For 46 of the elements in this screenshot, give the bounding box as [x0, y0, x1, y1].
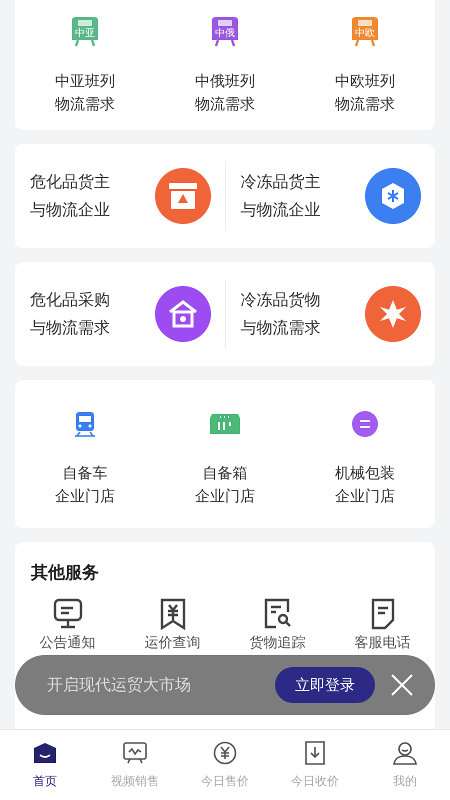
home-icon[interactable]: [33, 742, 57, 764]
feature-subtitle[interactable]: 与物流需求: [240, 314, 320, 342]
star-flower-icon: [378, 299, 408, 329]
route-subtitle[interactable]: 物流需求: [195, 93, 255, 116]
warning-box-icon: [168, 182, 198, 210]
document-search-icon: [262, 598, 292, 630]
store-subtitle[interactable]: 企业门店: [195, 485, 255, 508]
store-title[interactable]: 自备车: [62, 462, 108, 485]
service-label[interactable]: 公告通知: [40, 634, 96, 652]
feature-title[interactable]: 冷冻品货主: [240, 168, 320, 196]
close-icon[interactable]: [391, 674, 413, 696]
route-title[interactable]: 中俄班列: [195, 70, 255, 93]
yuan-coin-icon[interactable]: [213, 741, 237, 765]
feature-title[interactable]: 冷冻品货物: [240, 286, 320, 314]
route-subtitle[interactable]: 物流需求: [335, 93, 395, 116]
banner-text: 开启现代运贸大市场: [47, 674, 192, 696]
store-subtitle[interactable]: 企业门店: [55, 485, 115, 508]
route-subtitle[interactable]: 物流需求: [55, 93, 115, 116]
train-badge-text: 中亚: [74, 28, 96, 39]
monitor-icon: [52, 598, 82, 630]
round-badge-icon: [351, 410, 379, 438]
service-label[interactable]: 货物追踪: [250, 634, 306, 652]
store-title[interactable]: 机械包装: [335, 462, 395, 485]
train-badge-text: 中俄: [214, 28, 236, 39]
user-icon[interactable]: [393, 741, 417, 765]
feature-subtitle[interactable]: 与物流需求: [30, 314, 110, 342]
tab-item[interactable]: 首页: [33, 773, 57, 790]
snowflake-icon: [380, 182, 406, 210]
login-button[interactable]: 立即登录: [275, 667, 375, 703]
feature-title[interactable]: 危化品货主: [30, 168, 110, 196]
download-icon[interactable]: [304, 741, 326, 765]
price-tag-icon: [158, 598, 186, 630]
feature-title[interactable]: 危化品采购: [30, 286, 110, 314]
service-label[interactable]: 运价查询: [144, 634, 200, 652]
route-title[interactable]: 中欧班列: [335, 70, 395, 93]
train-badge-text: 中欧: [354, 28, 376, 39]
house-icon: [168, 300, 198, 328]
section-title: 其他服务: [30, 562, 100, 585]
store-subtitle[interactable]: 企业门店: [335, 485, 395, 508]
feature-subtitle[interactable]: 与物流企业: [240, 196, 320, 224]
screen-wave-icon[interactable]: [123, 742, 147, 764]
route-title[interactable]: 中亚班列: [55, 70, 115, 93]
service-label[interactable]: 客服电话: [354, 634, 410, 652]
store-title[interactable]: 自备箱: [202, 462, 248, 485]
feature-subtitle[interactable]: 与物流企业: [30, 196, 110, 224]
container-icon: [209, 412, 241, 436]
